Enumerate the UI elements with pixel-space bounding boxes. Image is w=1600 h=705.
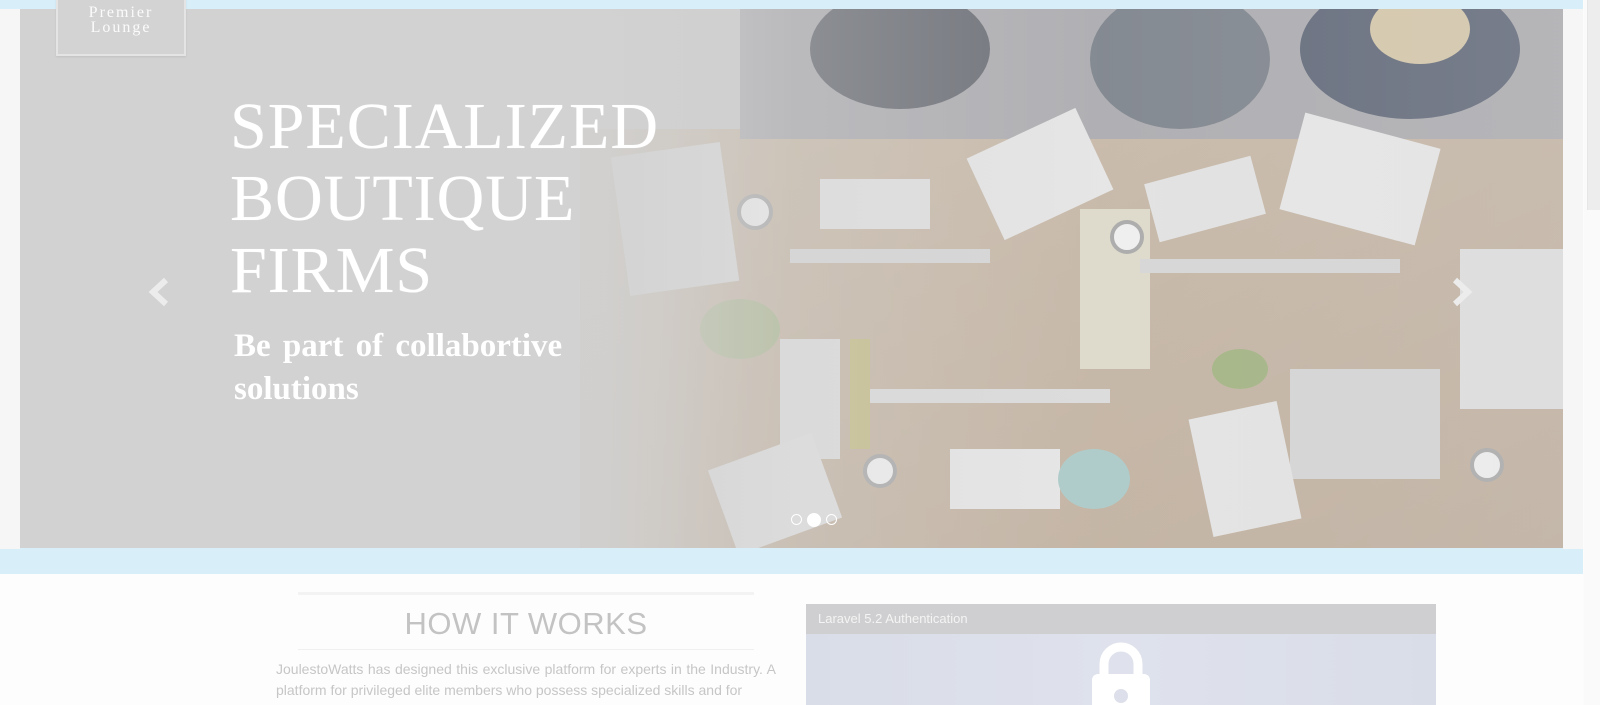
page-scrollbar[interactable] bbox=[1584, 0, 1600, 705]
top-band bbox=[0, 0, 1583, 9]
carousel-prev-button[interactable] bbox=[148, 277, 170, 311]
divider bbox=[298, 649, 754, 650]
hero-title: SPECIALIZED BOUTIQUE FIRMS bbox=[230, 90, 659, 307]
how-it-works-title: HOW IT WORKS bbox=[404, 606, 648, 641]
divider bbox=[298, 592, 754, 595]
hero-carousel: SPECIALIZED BOUTIQUE FIRMS Be part of co… bbox=[20, 9, 1563, 548]
chevron-right-icon bbox=[1452, 277, 1473, 307]
carousel-indicator-2[interactable] bbox=[807, 512, 821, 527]
carousel-indicator-1[interactable] bbox=[791, 514, 802, 526]
hero-subtitle: Be part of collabortive solutions bbox=[234, 328, 563, 407]
chevron-left-icon bbox=[148, 277, 169, 307]
hero-right-gutter bbox=[1563, 9, 1583, 549]
auth-panel: Laravel 5.2 Authentication bbox=[806, 604, 1436, 705]
brand-line-1: Premier bbox=[88, 4, 154, 21]
page: SPECIALIZED BOUTIQUE FIRMS Be part of co… bbox=[0, 0, 1583, 705]
lock-icon bbox=[1092, 642, 1150, 705]
auth-panel-header: Laravel 5.2 Authentication bbox=[806, 604, 1436, 634]
carousel-indicator-3[interactable] bbox=[826, 514, 837, 526]
how-it-works-body: JoulestoWatts has designed this exclusiv… bbox=[276, 661, 776, 698]
carousel-next-button[interactable] bbox=[1451, 277, 1473, 311]
brand-logo[interactable]: Premier Lounge bbox=[56, 0, 186, 56]
hero-left-gutter bbox=[0, 9, 20, 549]
brand-line-2: Lounge bbox=[90, 19, 152, 36]
auth-panel-body bbox=[806, 634, 1436, 705]
scrollbar-thumb[interactable] bbox=[1587, 0, 1600, 210]
carousel-indicators bbox=[791, 511, 842, 527]
